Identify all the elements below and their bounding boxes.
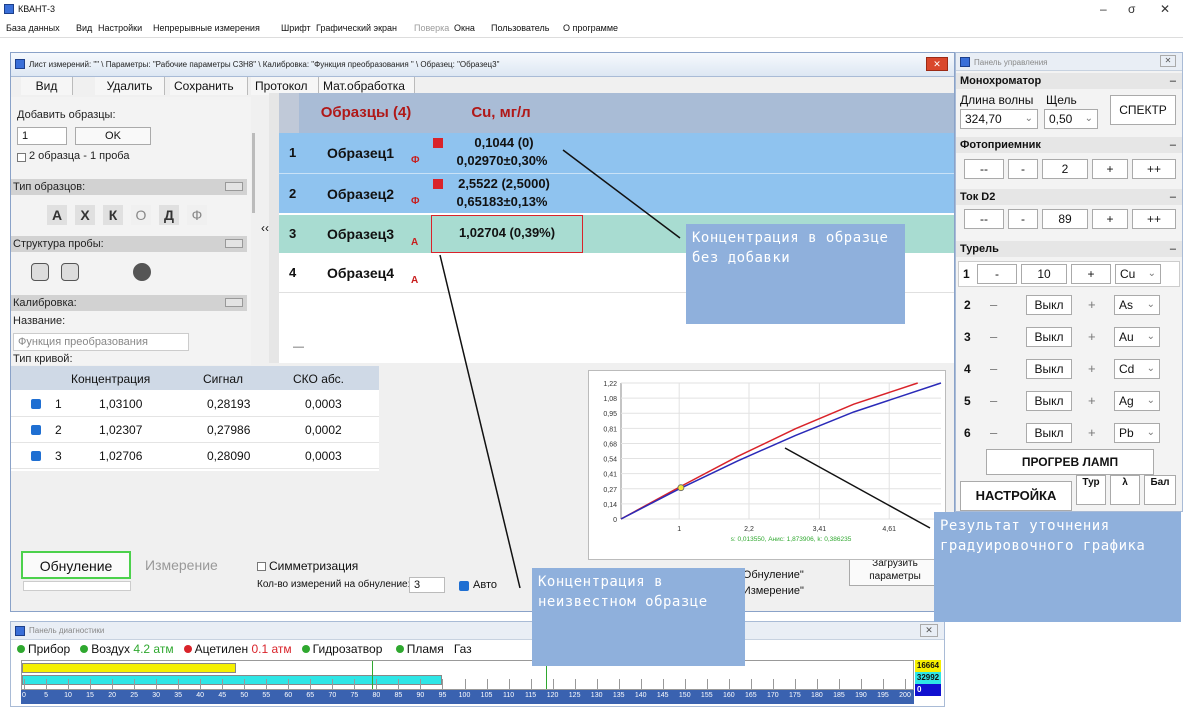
annotation-line-3 <box>784 447 931 529</box>
annotation-line-1 <box>562 149 681 239</box>
annotation-unknown-sample: Концентрация в неизвестном образце <box>532 568 745 666</box>
annotation-line-2 <box>439 254 521 589</box>
annotation-no-addition: Концентрация в образце без добавки <box>686 224 905 324</box>
annotation-calibration-result: Результат уточнения градуировочного граф… <box>934 512 1181 622</box>
